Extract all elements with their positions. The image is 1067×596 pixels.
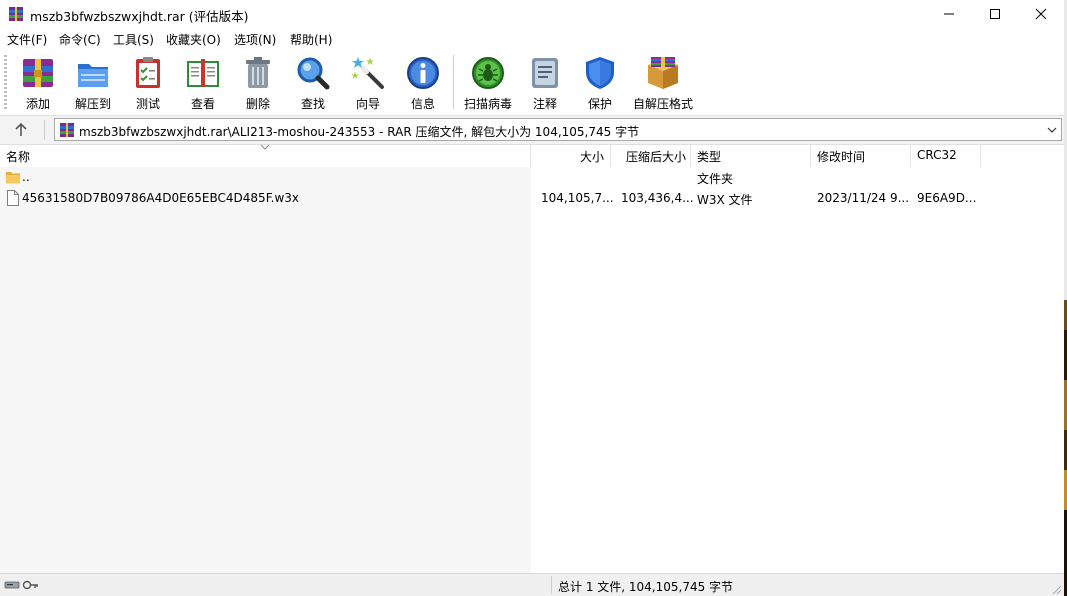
find-button[interactable]: 查找 (290, 53, 336, 111)
minimize-button[interactable] (926, 0, 972, 29)
column-packed[interactable]: 压缩后大小 (611, 145, 691, 167)
item-crc: 9E6A9D... (917, 191, 977, 205)
comment-icon (532, 58, 558, 88)
column-crc-label: CRC32 (917, 148, 957, 162)
status-summary: 总计 1 文件, 104,105,745 字节 (558, 580, 734, 594)
title-bar[interactable]: mszb3bfwzbszwxjhdt.rar (评估版本) (0, 0, 1064, 29)
sort-chevron-icon (260, 144, 270, 150)
virus-scan-icon (472, 57, 504, 89)
info-button[interactable]: 信息 (400, 53, 446, 111)
window-title: mszb3bfwzbszwxjhdt.rar (评估版本) (30, 9, 249, 24)
menu-favorites[interactable]: 收藏夹(O) (166, 31, 221, 48)
item-type: 文件夹 (697, 172, 734, 186)
info-icon (407, 57, 439, 89)
info-label: 信息 (410, 97, 435, 111)
add-archive-icon (23, 59, 53, 87)
test-button[interactable]: 测试 (126, 53, 170, 111)
magic-wand-icon (351, 57, 384, 89)
maximize-icon (990, 9, 1000, 19)
sfx-label: 自解压格式 (632, 97, 693, 111)
item-name: .. (22, 170, 30, 184)
item-packed-size: 103,436,4... (621, 191, 694, 205)
file-list-header: 名称 大小 压缩后大小 类型 修改时间 CRC32 (0, 144, 1064, 167)
delete-button[interactable]: 删除 (236, 53, 280, 111)
column-name[interactable]: 名称 (0, 144, 531, 167)
minimize-icon (944, 13, 954, 15)
add-button[interactable]: 添加 (16, 53, 60, 111)
protect-button[interactable]: 保护 (578, 53, 622, 111)
test-clipboard-icon (136, 57, 160, 88)
toolbar: 添加 解压到 测试 查看 删除 查找 向导 信息 扫描病毒 注释 保护 自解压格… (0, 49, 1064, 116)
wizard-label: 向导 (355, 97, 380, 111)
list-item-file[interactable]: 45631580D7B09786A4D0E65EBC4D485F.w3x 104… (0, 188, 1064, 209)
status-divider (551, 576, 552, 594)
menu-command[interactable]: 命令(C) (59, 31, 101, 48)
name-column-background (0, 167, 531, 573)
address-separator (44, 120, 45, 140)
close-icon (1035, 8, 1047, 20)
drive-key-icon (4, 580, 38, 590)
menu-tools[interactable]: 工具(S) (113, 31, 154, 48)
address-path-field[interactable]: mszb3bfwzbszwxjhdt.rar\ALI213-moshou-243… (54, 118, 1062, 141)
rar-archive-icon (60, 123, 74, 137)
trash-can-icon (246, 57, 270, 88)
status-bar: 总计 1 文件, 104,105,745 字节 (0, 573, 1064, 596)
test-label: 测试 (135, 97, 160, 111)
sfx-button[interactable]: 自解压格式 (630, 53, 696, 111)
file-list: .. 文件夹 45631580D7B09786A4D0E65EBC4D485F.… (0, 167, 1064, 573)
address-path-text: mszb3bfwzbszwxjhdt.rar\ALI213-moshou-243… (79, 125, 640, 139)
item-type: W3X 文件 (697, 193, 753, 207)
item-name: 45631580D7B09786A4D0E65EBC4D485F.w3x (22, 191, 300, 205)
menu-file[interactable]: 文件(F) (7, 31, 47, 48)
item-modified: 2023/11/24 9... (817, 191, 910, 205)
virus-scan-label: 扫描病毒 (463, 97, 512, 111)
toolbar-grip[interactable] (4, 55, 7, 109)
column-size-label: 大小 (579, 150, 604, 164)
sfx-box-icon (648, 57, 678, 89)
file-icon (7, 190, 19, 206)
column-crc[interactable]: CRC32 (911, 145, 981, 167)
extract-to-label: 解压到 (74, 97, 111, 111)
maximize-button[interactable] (972, 0, 1018, 29)
find-label: 查找 (300, 97, 325, 111)
column-type-label: 类型 (697, 150, 722, 164)
address-bar: mszb3bfwzbszwxjhdt.rar\ALI213-moshou-243… (0, 116, 1064, 145)
column-modified[interactable]: 修改时间 (811, 145, 911, 167)
extract-to-button[interactable]: 解压到 (70, 53, 116, 111)
menu-help[interactable]: 帮助(H) (290, 31, 332, 48)
column-name-label: 名称 (6, 150, 31, 164)
winrar-app-icon (9, 7, 23, 21)
column-modified-label: 修改时间 (817, 150, 866, 164)
wizard-button[interactable]: 向导 (346, 53, 390, 111)
winrar-window: mszb3bfwzbszwxjhdt.rar (评估版本) 文件(F) 命令(C… (0, 0, 1064, 596)
item-size: 104,105,7... (541, 191, 614, 205)
view-book-icon (187, 59, 219, 87)
virus-scan-button[interactable]: 扫描病毒 (460, 53, 516, 111)
column-size[interactable]: 大小 (531, 145, 611, 167)
chevron-down-icon[interactable] (1045, 123, 1059, 137)
add-label: 添加 (25, 97, 50, 111)
folder-icon (6, 172, 20, 184)
comment-label: 注释 (532, 97, 557, 111)
magnifier-icon (297, 57, 330, 90)
view-button[interactable]: 查看 (180, 53, 226, 111)
menu-options[interactable]: 选项(N) (234, 31, 276, 48)
close-button[interactable] (1018, 0, 1064, 29)
column-type[interactable]: 类型 (691, 145, 811, 167)
view-label: 查看 (190, 97, 215, 111)
list-item-parent-folder[interactable]: .. 文件夹 (0, 167, 1064, 188)
resize-grip-icon[interactable] (1050, 583, 1062, 595)
shield-icon (586, 57, 614, 89)
toolbar-separator (453, 55, 454, 109)
extract-folder-icon (78, 64, 108, 87)
comment-button[interactable]: 注释 (522, 53, 568, 111)
menu-bar: 文件(F) 命令(C) 工具(S) 收藏夹(O) 选项(N) 帮助(H) (0, 29, 1064, 49)
protect-label: 保护 (587, 97, 612, 111)
delete-label: 删除 (245, 97, 270, 111)
up-arrow-icon[interactable] (8, 119, 34, 141)
column-packed-label: 压缩后大小 (625, 150, 686, 164)
